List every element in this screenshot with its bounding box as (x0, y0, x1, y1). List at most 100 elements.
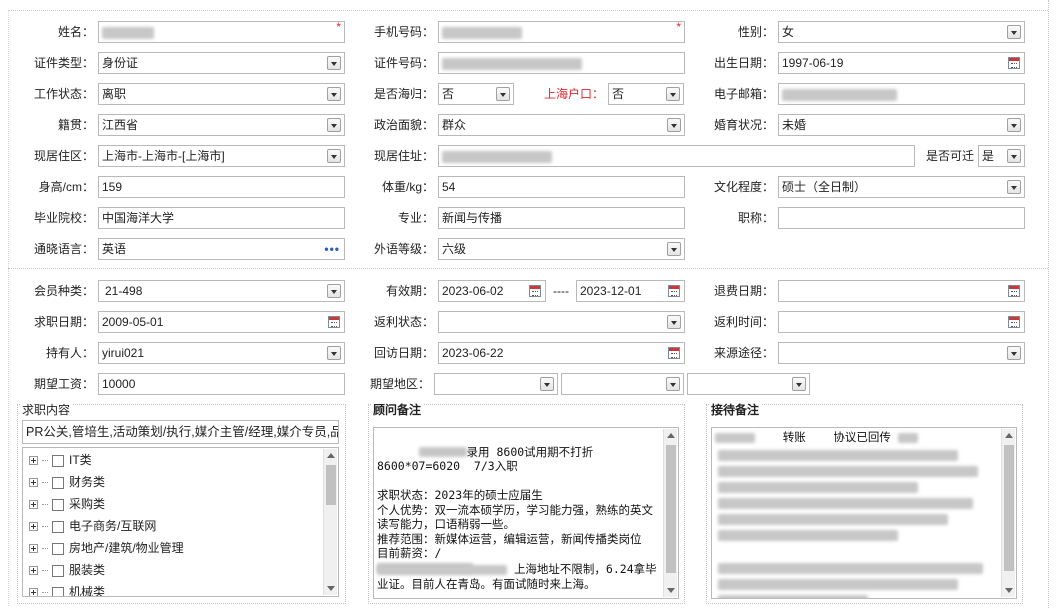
title-label: 职称： (737, 211, 774, 225)
reception-note-textarea[interactable]: 转账 协议已回传 (711, 427, 1017, 599)
checkbox[interactable] (52, 564, 64, 577)
chevron-down-icon[interactable] (667, 315, 681, 329)
tree-item[interactable]: 采购类 (29, 493, 105, 515)
native-place-select[interactable]: 江西省 (98, 114, 345, 136)
chevron-down-icon[interactable] (666, 87, 680, 101)
job-content-summary[interactable]: PR公关,管培生,活动策划/执行,媒介主管/经理,媒介专员,品 (22, 420, 339, 444)
shanghai-hukou-select[interactable]: 否 (608, 83, 684, 105)
scroll-up-icon[interactable] (327, 453, 335, 458)
chevron-down-icon[interactable] (496, 87, 510, 101)
validity-start-field[interactable]: 2023-06-02 (438, 280, 546, 302)
chevron-down-icon[interactable] (1007, 346, 1021, 360)
scroll-up-icon[interactable] (1005, 433, 1013, 438)
rebate-status-select[interactable] (438, 311, 685, 333)
job-date-field[interactable]: 2009-05-01 (98, 311, 345, 333)
scrollbar[interactable] (1001, 429, 1015, 597)
checkbox[interactable] (52, 498, 64, 511)
rebate-time-field[interactable] (778, 311, 1025, 333)
tree-item[interactable]: 电子商务/互联网 (29, 515, 156, 537)
chevron-down-icon[interactable] (1007, 25, 1021, 39)
marital-select[interactable]: 未婚 (778, 114, 1025, 136)
major-field[interactable]: 新闻与传播 (438, 207, 685, 229)
id-number-field[interactable] (438, 52, 685, 74)
tree-item[interactable]: 服装类 (29, 559, 105, 581)
relocate-select[interactable]: 是 (978, 145, 1025, 167)
returnee-select[interactable]: 否 (438, 83, 514, 105)
tree-item[interactable]: IT类 (29, 449, 92, 471)
chevron-down-icon[interactable] (327, 56, 341, 70)
political-select[interactable]: 群众 (438, 114, 685, 136)
expected-salary-field[interactable]: 10000 (98, 373, 345, 395)
title-field[interactable] (778, 207, 1025, 229)
gender-select[interactable]: 女 (778, 21, 1025, 43)
chevron-down-icon[interactable] (667, 118, 681, 132)
phone-field[interactable]: * (438, 21, 685, 43)
source-select[interactable] (778, 342, 1025, 364)
education-select[interactable]: 硕士（全日制） (778, 176, 1025, 198)
chevron-down-icon[interactable] (327, 87, 341, 101)
chevron-down-icon[interactable] (666, 377, 680, 391)
chevron-down-icon[interactable] (327, 284, 341, 298)
expand-icon[interactable] (29, 588, 38, 596)
calendar-icon[interactable] (1008, 57, 1020, 69)
scroll-down-icon[interactable] (327, 586, 335, 591)
chevron-down-icon[interactable] (792, 377, 806, 391)
chevron-down-icon[interactable] (327, 346, 341, 360)
calendar-icon[interactable] (1008, 316, 1020, 328)
member-type-select[interactable]: 21-498 (98, 280, 345, 302)
chevron-down-icon[interactable] (1007, 149, 1021, 163)
chevron-down-icon[interactable] (1007, 180, 1021, 194)
consultant-note-textarea[interactable]: 录用 8600试用期不打折 8600*07=6020 7/3入职 求职状态：20… (373, 427, 679, 599)
id-type-select[interactable]: 身份证 (98, 52, 345, 74)
language-field[interactable]: 英语 ••• (98, 238, 345, 260)
expand-icon[interactable] (29, 500, 38, 510)
scrollbar[interactable] (663, 429, 677, 597)
checkbox[interactable] (52, 476, 64, 489)
expand-icon[interactable] (29, 522, 38, 532)
tree-item[interactable]: 机械类 (29, 581, 105, 596)
height-field[interactable]: 159 (98, 176, 345, 198)
calendar-icon[interactable] (668, 285, 680, 297)
chevron-down-icon[interactable] (327, 149, 341, 163)
revisit-date-field[interactable]: 2023-06-22 (438, 342, 685, 364)
calendar-icon[interactable] (1008, 285, 1020, 297)
expand-icon[interactable] (29, 566, 38, 576)
work-status-select[interactable]: 离职 (98, 83, 345, 105)
more-icon[interactable]: ••• (324, 243, 340, 255)
expand-icon[interactable] (29, 544, 38, 554)
weight-field[interactable]: 54 (438, 176, 685, 198)
region-province-select[interactable] (434, 373, 558, 395)
scrollbar[interactable] (323, 449, 337, 595)
refund-date-field[interactable] (778, 280, 1025, 302)
name-field[interactable]: * (98, 21, 345, 43)
region-district-select[interactable] (687, 373, 810, 395)
region-city-select[interactable] (561, 373, 684, 395)
birth-date-field[interactable]: 1997-06-19 (778, 52, 1025, 74)
scroll-down-icon[interactable] (667, 588, 675, 593)
checkbox[interactable] (52, 520, 64, 533)
tree-item[interactable]: 财务类 (29, 471, 105, 493)
expand-icon[interactable] (29, 456, 38, 466)
scroll-up-icon[interactable] (667, 433, 675, 438)
tree-item[interactable]: 房地产/建筑/物业管理 (29, 537, 184, 559)
residence-area-select[interactable]: 上海市-上海市-[上海市] (98, 145, 345, 167)
calendar-icon[interactable] (328, 316, 340, 328)
checkbox[interactable] (52, 454, 64, 467)
chevron-down-icon[interactable] (540, 377, 554, 391)
checkbox[interactable] (52, 586, 64, 596)
checkbox[interactable] (52, 542, 64, 555)
chevron-down-icon[interactable] (667, 242, 681, 256)
calendar-icon[interactable] (668, 347, 680, 359)
address-field[interactable] (438, 145, 915, 167)
foreign-level-select[interactable]: 六级 (438, 238, 685, 260)
chevron-down-icon[interactable] (327, 118, 341, 132)
job-category-tree[interactable]: IT类 财务类 采购类 电子商务/互联网 房地产/建筑/物业管理 服装类 机械类 (22, 447, 339, 597)
scroll-down-icon[interactable] (1005, 588, 1013, 593)
calendar-icon[interactable] (529, 285, 541, 297)
expand-icon[interactable] (29, 478, 38, 488)
chevron-down-icon[interactable] (1007, 118, 1021, 132)
holder-select[interactable]: yirui021 (98, 342, 345, 364)
email-field[interactable] (778, 83, 1025, 105)
school-field[interactable]: 中国海洋大学 (98, 207, 345, 229)
validity-end-field[interactable]: 2023-12-01 (576, 280, 685, 302)
